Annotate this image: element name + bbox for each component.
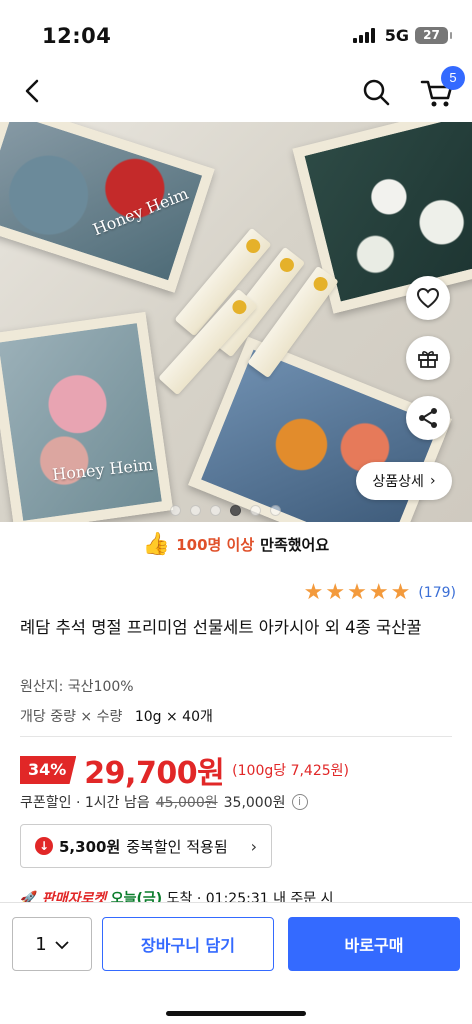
- buy-now-button[interactable]: 바로구매: [288, 917, 460, 971]
- satisfaction-count: 100명 이상: [176, 535, 255, 554]
- carousel-dot[interactable]: [170, 505, 181, 516]
- status-bar: 12:04 5G 27: [0, 0, 472, 64]
- chevron-left-icon[interactable]: [16, 74, 50, 108]
- spec-value: 10g × 40개: [134, 709, 213, 725]
- info-icon[interactable]: i: [291, 794, 308, 810]
- coupon-price: 35,000원: [223, 795, 286, 811]
- gift-icon: [418, 351, 438, 368]
- product-detail-label: 상품상세: [372, 474, 424, 490]
- satisfaction-banner: 👍 100명 이상 만족했어요: [0, 528, 472, 560]
- bottom-action-bar: 1 장바구니 담기 바로구매: [0, 902, 472, 1024]
- signal-icon: [352, 28, 375, 43]
- coupon-row: 쿠폰할인 · 1시간 남음 45,000원 35,000원 i: [20, 792, 308, 812]
- share-icon: [419, 408, 437, 428]
- chevron-right-icon: ›: [250, 836, 257, 856]
- carousel-dot[interactable]: [250, 505, 261, 516]
- star-icon: ★: [368, 580, 389, 605]
- add-to-cart-button[interactable]: 장바구니 담기: [102, 917, 274, 971]
- rating[interactable]: ★ ★ ★ ★ ★ (179): [304, 582, 456, 604]
- wishlist-button[interactable]: [406, 276, 450, 320]
- duplicate-discount-text: 중복할인 적용됨: [126, 837, 228, 856]
- satisfaction-text: 만족했어요: [260, 535, 330, 554]
- duplicate-discount-button[interactable]: ↓ 5,300원 중복할인 적용됨 ›: [20, 824, 272, 868]
- product-box-image: [0, 311, 174, 522]
- sale-price: 29,700원: [84, 756, 225, 791]
- gift-button[interactable]: [406, 336, 450, 380]
- down-arrow-icon: ↓: [35, 837, 53, 855]
- top-nav: [0, 64, 472, 122]
- coupon-label: 쿠폰할인 · 1시간 남음: [20, 795, 150, 811]
- search-icon[interactable]: [358, 74, 394, 110]
- chevron-right-icon: ›: [429, 473, 436, 489]
- chevron-down-icon: [55, 934, 69, 955]
- discount-badge: 34%: [20, 756, 77, 784]
- cart-count-badge: 5: [441, 66, 465, 90]
- carousel-dot[interactable]: [270, 505, 281, 516]
- share-button[interactable]: [406, 396, 450, 440]
- carousel-dot-active[interactable]: [230, 505, 241, 516]
- carousel-dots: [170, 505, 281, 516]
- review-count[interactable]: (179): [418, 585, 456, 601]
- product-origin: 원산지: 국산100%: [20, 679, 134, 695]
- star-icon: ★: [390, 580, 411, 605]
- quantity-select[interactable]: 1: [12, 917, 92, 971]
- price-row: 34% 29,700원 (100g당 7,425원): [20, 748, 349, 792]
- status-time: 12:04: [42, 24, 112, 48]
- original-price: 45,000원: [155, 795, 218, 811]
- star-icon: ★: [303, 580, 324, 605]
- heart-icon: [416, 287, 440, 309]
- product-title: 례담 추석 명절 프리미엄 선물세트 아카시아 외 4종 국산꿀: [20, 618, 422, 637]
- home-indicator: [166, 1011, 306, 1016]
- product-detail-button[interactable]: 상품상세 ›: [356, 462, 452, 500]
- network-type: 5G: [384, 26, 409, 45]
- carousel-dot[interactable]: [190, 505, 201, 516]
- quantity-value: 1: [35, 933, 47, 955]
- star-icon: ★: [347, 580, 367, 605]
- spec-label: 개당 중량 × 수량: [20, 709, 123, 725]
- product-box-image: [0, 122, 215, 293]
- carousel-dot[interactable]: [210, 505, 221, 516]
- battery-icon: 27: [415, 27, 452, 44]
- unit-price: (100g당 7,425원): [232, 763, 349, 779]
- product-spec: 개당 중량 × 수량 10g × 40개: [20, 706, 213, 726]
- thumbs-up-icon: 👍: [142, 531, 171, 557]
- divider: [20, 736, 452, 737]
- star-icon: ★: [325, 580, 346, 605]
- duplicate-discount-amount: 5,300원: [59, 837, 121, 856]
